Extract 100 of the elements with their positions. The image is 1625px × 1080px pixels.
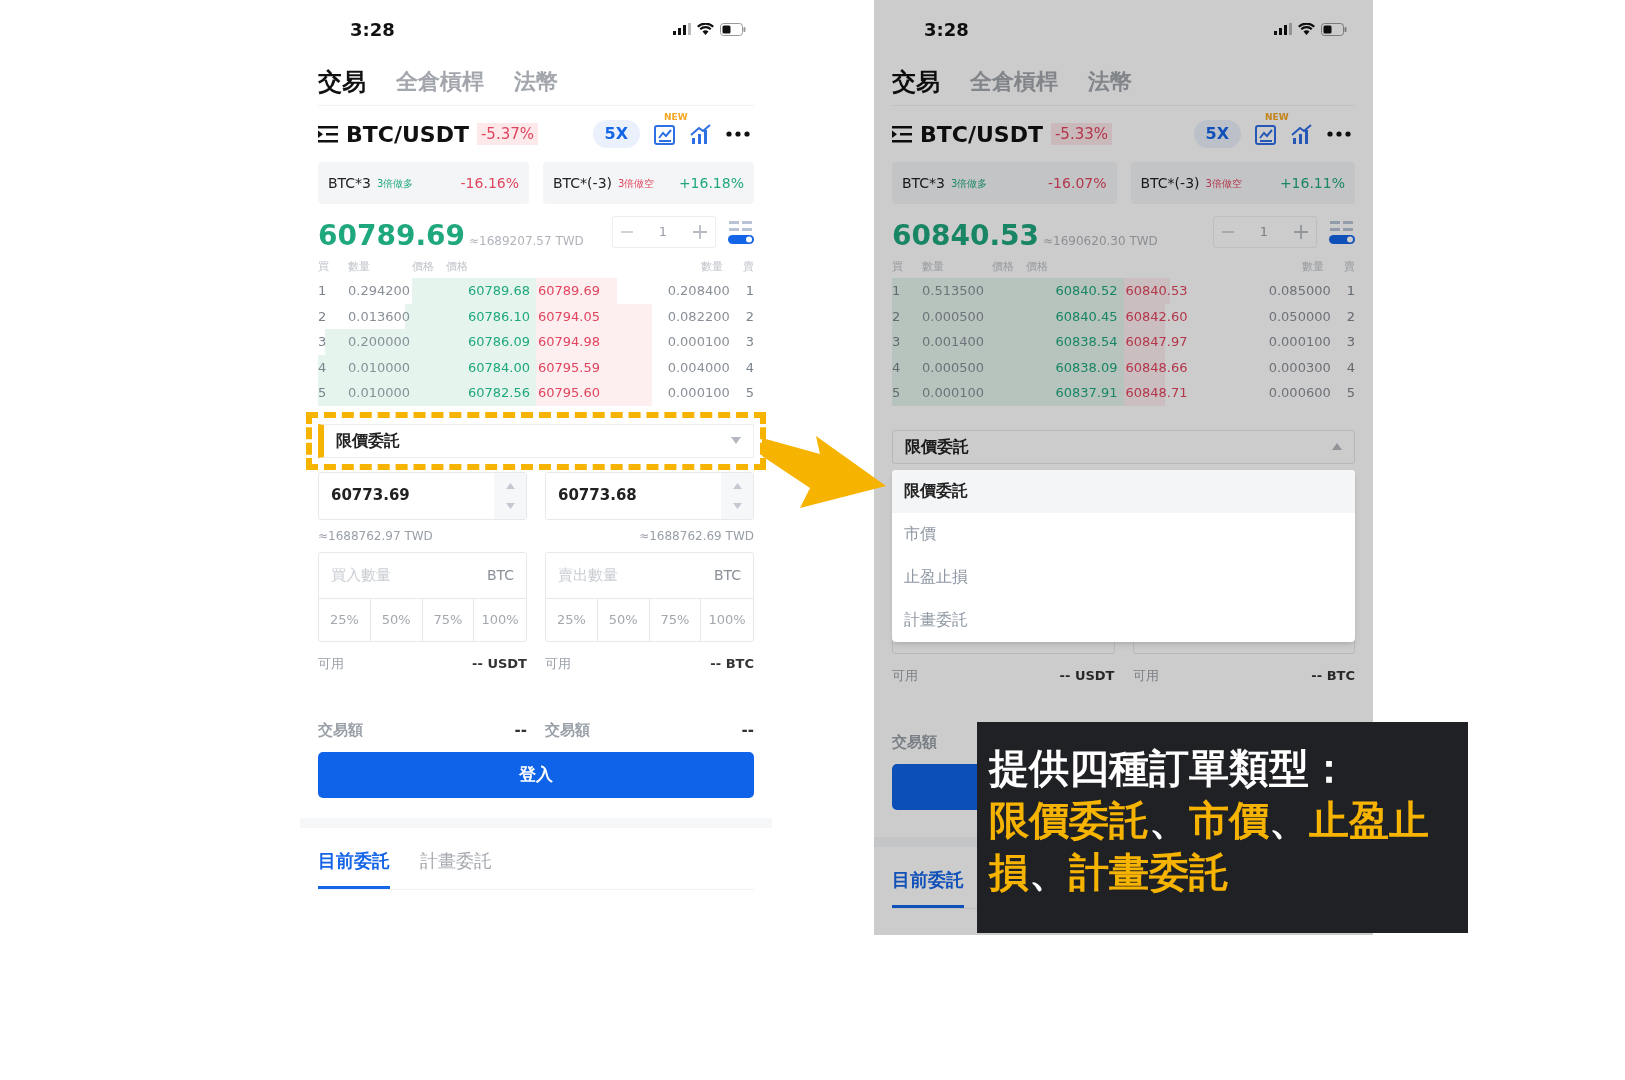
amount-label: 交易額 [318,720,363,742]
leverage-button[interactable]: 5X [1193,120,1241,148]
available-label: 可用 [892,666,918,685]
price-input[interactable]: 60773.69 [318,471,527,520]
ticker-card[interactable]: BTC*(-3) 3倍做空 +16.18% [543,162,754,204]
ticker-name: BTC*(-3) [1140,173,1200,193]
last-price: 60789.69 [318,222,465,250]
bid-quantity: 0.001400 [922,333,985,351]
ask-price: 60848.71 [1124,384,1188,402]
bid-price: 60782.56 [467,384,531,402]
price-twd: ≈1688762.69 TWD [639,527,754,545]
nav-tab[interactable]: 法幣 [514,65,558,98]
ticker-card[interactable]: BTC*(-3) 3倍做空 +16.11% [1130,162,1355,204]
ask-price: 60794.05 [537,307,601,326]
percent-button[interactable]: 50% [597,598,650,641]
bid-price: 60786.09 [467,333,531,351]
price-input[interactable]: 60773.68 [545,471,754,520]
ticker-card[interactable]: BTC*3 3倍做多 -16.07% [892,162,1117,204]
ticker-change: +16.11% [1279,173,1345,193]
ticker-change: -16.16% [460,173,519,193]
pair-title[interactable]: BTC/USDT [346,117,469,151]
price-twd: ≈1689207.57 TWD [469,233,584,250]
menu-item[interactable]: 計畫委託 [892,598,1355,642]
bid-price: 60840.52 [1055,282,1119,300]
ticker-tag: 3倍做多 [949,175,990,191]
column-header: 價格 [411,258,435,275]
ask-price: 60848.66 [1124,358,1188,377]
percent-button[interactable]: 75% [649,598,702,641]
order-tab[interactable]: 計畫委託 [420,846,492,889]
unit-label: BTC [713,565,741,585]
ask-quantity: 0.050000 [1268,307,1332,326]
bid-quantity: 0.294200 [348,282,411,300]
ask-price: 60840.53 [1124,282,1188,300]
ticker-card[interactable]: BTC*3 3倍做多 -16.16% [318,162,529,204]
nav-tab[interactable]: 全倉槓桿 [396,65,484,98]
bid-quantity: 0.010000 [348,358,411,377]
status-time: 3:28 [350,17,395,42]
order-type-dropdown[interactable]: 限價委託 [318,423,754,458]
nav-tab[interactable]: 交易 [892,63,940,100]
row-rank: 1 [745,282,754,300]
menu-item[interactable]: 限價委託 [892,469,1355,513]
bid-price: 60789.68 [467,282,531,300]
row-rank: 2 [745,307,754,326]
row-rank: 3 [892,333,902,351]
amount-value: -- [514,720,527,742]
row-rank: 4 [892,358,902,377]
ask-quantity: 0.208400 [667,282,731,300]
ask-quantity: 0.085000 [1268,282,1332,300]
ask-price: 60795.60 [537,384,601,402]
nav-tab[interactable]: 全倉槓桿 [970,65,1058,98]
ask-price: 60847.97 [1124,333,1188,351]
leverage-button[interactable]: 5X [592,120,640,148]
callout-text: 提供四種訂單類型： 限價委託、市價、止盈止損、計畫委託 [989,744,1430,897]
unit-label: BTC [486,565,514,585]
stepper-value: 1 [1259,223,1269,242]
percent-button[interactable]: 100% [701,598,753,641]
row-rank: 3 [1346,333,1355,351]
row-rank: 5 [892,384,902,402]
available-label: 可用 [1132,666,1159,685]
amount-value: -- [741,720,754,742]
row-rank: 5 [1346,384,1355,402]
pair-title[interactable]: BTC/USDT [920,117,1043,151]
row-rank: 2 [1346,307,1355,326]
login-button[interactable]: 登入 [318,751,754,798]
bid-quantity: 0.200000 [348,333,411,351]
row-rank: 3 [745,333,754,351]
percent-button[interactable]: 100% [474,598,526,641]
row-rank: 2 [892,307,902,326]
ticker-change: +16.18% [678,173,744,193]
change-badge: -5.33% [1050,122,1112,146]
bid-price: 60784.00 [467,358,531,377]
percent-button[interactable]: 25% [546,598,598,641]
ticker-name: BTC*3 [902,173,946,193]
order-tab[interactable]: 目前委託 [318,846,390,889]
order-tab[interactable]: 目前委託 [892,865,964,908]
menu-item[interactable]: 止盈止損 [892,555,1355,599]
ask-quantity: 0.004000 [667,358,731,377]
last-price: 60840.53 [892,222,1039,250]
percent-button[interactable]: 25% [319,598,371,641]
percent-button[interactable]: 75% [422,598,475,641]
ticker-name: BTC*(-3) [553,173,612,193]
order-type-dropdown[interactable]: 限價委託 [892,429,1355,464]
nav-tab[interactable]: 法幣 [1088,65,1132,98]
bid-quantity: 0.000500 [922,358,985,377]
stepper-value: 1 [658,223,668,242]
available-label: 可用 [545,654,571,673]
available-value: -- BTC [710,654,754,673]
bid-price: 60838.09 [1055,358,1119,377]
menu-item[interactable]: 市價 [892,512,1355,556]
percent-button[interactable]: 50% [370,598,423,641]
bid-quantity: 0.513500 [922,282,985,300]
new-label: NEW [1265,111,1289,124]
ask-price: 60794.98 [537,333,601,351]
ask-price: 60842.60 [1124,307,1188,326]
ask-quantity: 0.082200 [667,307,731,326]
bid-price: 60840.45 [1055,307,1119,326]
row-rank: 1 [318,282,328,300]
bid-quantity: 0.000100 [922,384,985,402]
ask-price: 60789.69 [537,282,601,300]
nav-tab[interactable]: 交易 [318,63,366,100]
